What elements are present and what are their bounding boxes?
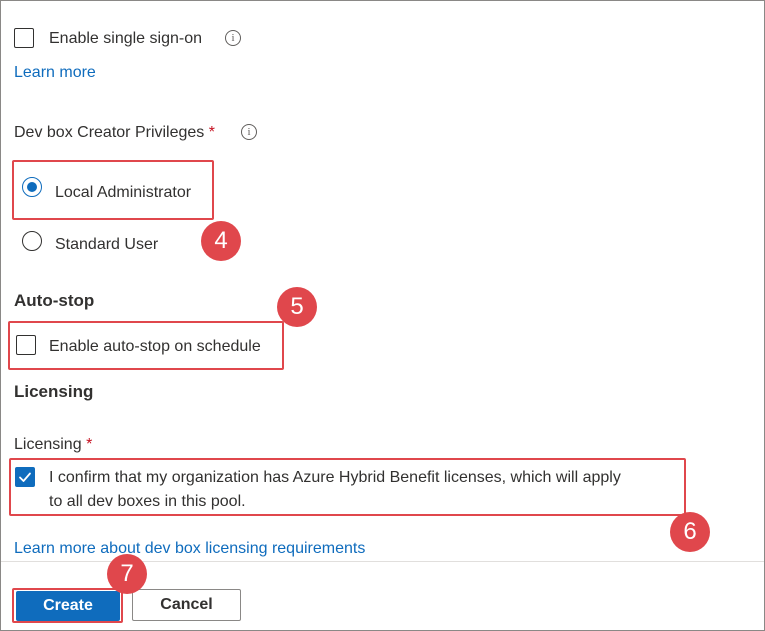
step-5-highlight (8, 321, 284, 370)
auto-stop-section-title: Auto-stop (14, 291, 95, 310)
required-asterisk: * (208, 124, 215, 141)
step-4-highlight (12, 160, 214, 220)
step-6-highlight (9, 458, 686, 516)
standard-user-radio[interactable] (22, 231, 42, 251)
required-asterisk: * (86, 436, 93, 453)
sso-info-icon[interactable]: i (225, 30, 241, 46)
single-sign-on-label: Enable single sign-on (49, 30, 202, 47)
sso-learn-more-link[interactable]: Learn more (14, 64, 96, 82)
licensing-requirements-link[interactable]: Learn more about dev box licensing requi… (14, 540, 365, 558)
create-dev-box-pool-panel: Enable single sign-on i Learn more Dev b… (0, 0, 765, 631)
licensing-field-label: Licensing * (14, 436, 93, 453)
cancel-button[interactable]: Cancel (132, 589, 241, 621)
step-4-badge: 4 (201, 221, 241, 261)
single-sign-on-checkbox[interactable] (14, 28, 34, 48)
step-6-badge: 6 (670, 512, 710, 552)
standard-user-label[interactable]: Standard User (55, 236, 158, 254)
licensing-section-title: Licensing (14, 382, 94, 401)
step-7-badge: 7 (107, 554, 147, 594)
privileges-label: Dev box Creator Privileges * (14, 124, 215, 141)
step-5-badge: 5 (277, 287, 317, 327)
privileges-info-icon[interactable]: i (241, 124, 257, 140)
step-7-highlight (12, 588, 123, 623)
